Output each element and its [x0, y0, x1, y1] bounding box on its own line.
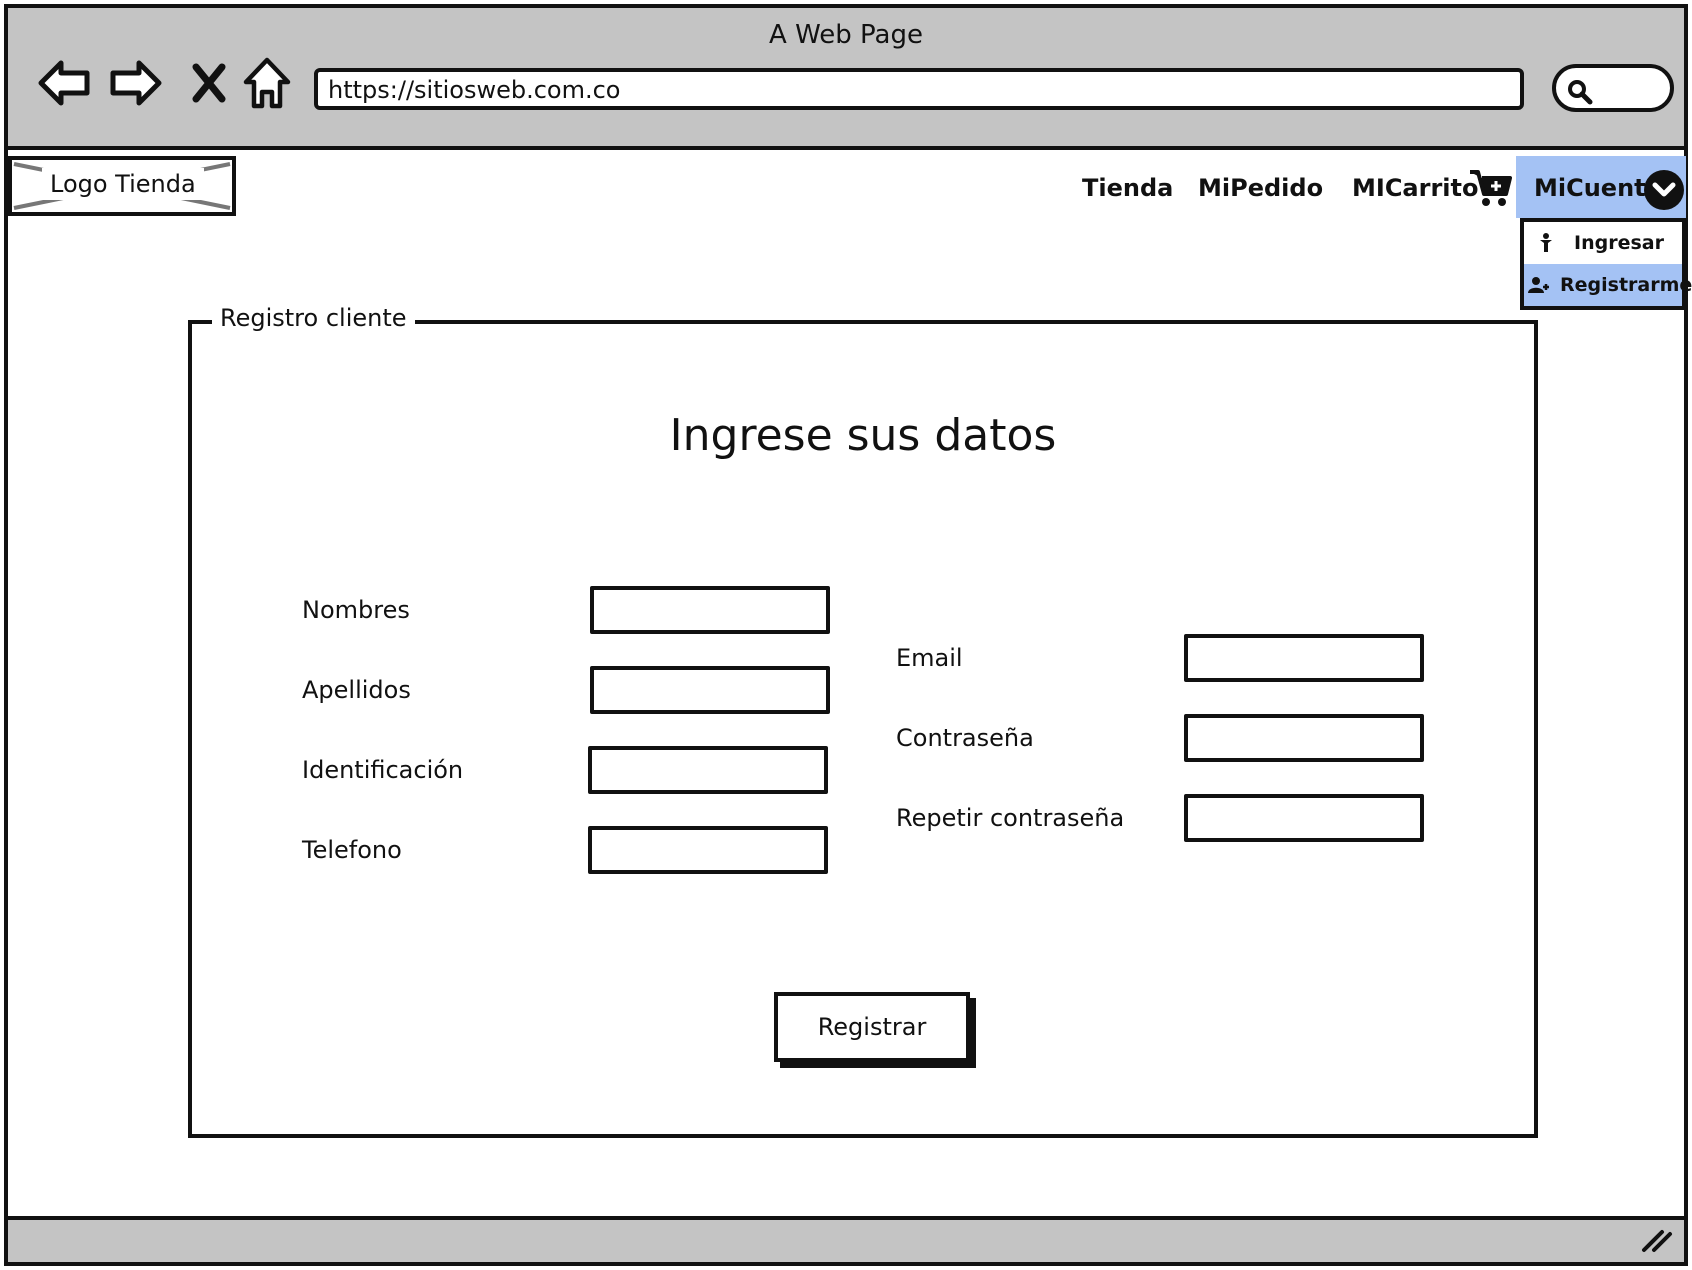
contrasena-label: Contraseña [896, 724, 1034, 752]
repetir-contrasena-label: Repetir contraseña [896, 804, 1125, 832]
form-title: Ingrese sus datos [669, 410, 1057, 461]
resize-grip-icon[interactable] [1640, 1228, 1674, 1254]
logo-placeholder[interactable]: Logo Tienda [8, 156, 236, 216]
account-dropdown: Ingresar Registrarme [1520, 218, 1692, 310]
window-title: A Web Page [769, 20, 923, 50]
email-label: Email [896, 644, 963, 672]
browser-search-box[interactable] [1552, 64, 1674, 112]
add-user-icon [1528, 277, 1550, 293]
chevron-down-icon [1644, 170, 1684, 210]
registrar-button[interactable]: Registrar [774, 992, 970, 1062]
identificacion-input[interactable] [588, 746, 828, 794]
browser-toolbar: A Web Page https://sitiosweb.com.co [8, 8, 1684, 150]
nav-link-micarrito[interactable]: MICarrito [1352, 174, 1478, 202]
account-menu-button[interactable]: MiCuenta [1516, 156, 1686, 218]
nav-link-mipedido[interactable]: MiPedido [1198, 174, 1323, 202]
person-icon [1528, 233, 1564, 253]
add-to-cart-icon[interactable] [1468, 168, 1514, 208]
telefono-label: Telefono [302, 836, 402, 864]
browser-window: A Web Page https://sitiosweb.com.co Logo… [4, 4, 1692, 1266]
close-icon[interactable] [178, 52, 240, 114]
back-arrow-icon[interactable] [34, 52, 96, 114]
forward-arrow-icon[interactable] [104, 52, 166, 114]
repetir-contrasena-input[interactable] [1184, 794, 1424, 842]
account-menu-label: MiCuenta [1534, 174, 1662, 202]
menu-item-label: Ingresar [1574, 232, 1664, 254]
apellidos-label: Apellidos [302, 676, 411, 704]
nombres-input[interactable] [590, 586, 830, 634]
url-bar[interactable]: https://sitiosweb.com.co [314, 68, 1524, 110]
contrasena-input[interactable] [1184, 714, 1424, 762]
nombres-label: Nombres [302, 596, 410, 624]
search-icon [1568, 80, 1593, 105]
email-input[interactable] [1184, 634, 1424, 682]
nav-link-tienda[interactable]: Tienda [1082, 174, 1173, 202]
menu-item-ingresar[interactable]: Ingresar [1524, 222, 1682, 264]
home-icon[interactable] [236, 52, 298, 114]
logo-label: Logo Tienda [42, 168, 204, 200]
browser-status-bar [8, 1216, 1684, 1262]
menu-item-label: Registrarme [1560, 274, 1692, 296]
telefono-input[interactable] [588, 826, 828, 874]
form-legend: Registro cliente [212, 304, 415, 332]
registration-form: Registro cliente Ingrese sus datos Nombr… [188, 304, 1538, 1138]
menu-item-registrarme[interactable]: Registrarme [1524, 264, 1692, 306]
identificacion-label: Identificación [302, 756, 464, 784]
apellidos-input[interactable] [590, 666, 830, 714]
